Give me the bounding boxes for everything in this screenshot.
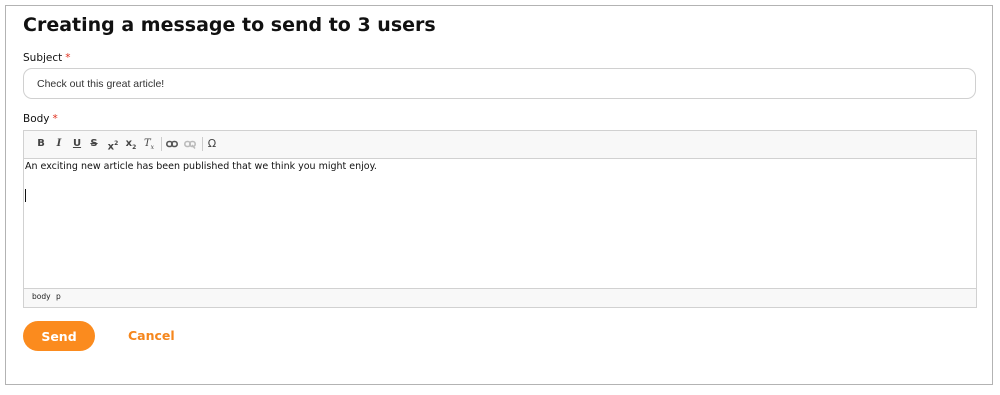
strikethrough-button[interactable]: S	[86, 136, 102, 152]
body-label: Body *	[23, 113, 58, 125]
italic-button[interactable]: I	[51, 136, 67, 152]
body-label-text: Body	[23, 113, 50, 125]
page-title: Creating a message to send to 3 users	[23, 14, 436, 36]
subject-label-text: Subject	[23, 52, 63, 64]
subscript-button[interactable]: x2	[123, 136, 139, 152]
required-marker: *	[52, 113, 58, 125]
cancel-link[interactable]: Cancel	[128, 328, 175, 343]
remove-format-mark: x	[150, 144, 155, 151]
toolbar-separator	[202, 137, 203, 151]
body-text: An exciting new article has been publish…	[25, 161, 377, 172]
editor-statusbar: body p	[24, 288, 976, 307]
link-button[interactable]	[164, 136, 180, 152]
subject-input[interactable]	[23, 68, 976, 99]
special-character-button[interactable]: Ω	[204, 136, 220, 152]
remove-format-button[interactable]: Tx	[141, 136, 157, 152]
superscript-mark: 2	[114, 140, 119, 147]
remove-format-base: T	[143, 138, 151, 149]
subscript-mark: 2	[132, 144, 137, 151]
unlink-icon	[184, 140, 196, 149]
required-marker: *	[65, 52, 71, 64]
rich-text-editor: B I U S x2 x2 Tx Ω An exciting new artic…	[23, 130, 977, 308]
subject-label: Subject *	[23, 52, 71, 64]
underline-button[interactable]: U	[69, 136, 85, 152]
link-icon	[166, 140, 178, 148]
unlink-button[interactable]	[182, 136, 198, 152]
editor-content[interactable]: An exciting new article has been publish…	[25, 160, 972, 288]
element-path-body[interactable]: body	[32, 292, 51, 301]
bold-button[interactable]: B	[33, 136, 49, 152]
element-path-p[interactable]: p	[56, 292, 61, 301]
toolbar-separator	[161, 137, 162, 151]
text-cursor	[25, 189, 26, 202]
send-button[interactable]: Send	[23, 321, 95, 351]
superscript-button[interactable]: x2	[105, 136, 121, 152]
editor-toolbar: B I U S x2 x2 Tx Ω	[24, 131, 976, 159]
